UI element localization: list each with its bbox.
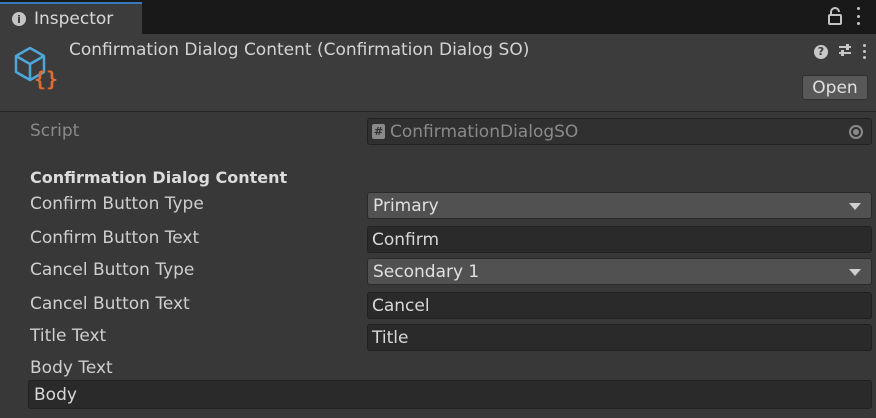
- cancel-button-type-value: Secondary 1: [373, 261, 480, 282]
- cancel-button-text-value: Cancel: [372, 295, 430, 316]
- cancel-button-type-label: Cancel Button Type: [30, 260, 195, 280]
- object-picker-icon[interactable]: [849, 125, 863, 139]
- title-text-value: Title: [372, 327, 409, 348]
- context-menu-icon[interactable]: [862, 44, 866, 59]
- svg-text:{}: {}: [34, 67, 58, 91]
- more-options-icon[interactable]: [856, 7, 860, 25]
- confirm-button-type-row: Confirm Button Type Primary: [0, 192, 876, 220]
- body-text-input[interactable]: Body: [28, 380, 872, 409]
- cancel-button-type-row: Cancel Button Type Secondary 1: [0, 258, 876, 286]
- confirm-button-type-label: Confirm Button Type: [30, 194, 204, 214]
- cancel-button-text-row: Cancel Button Text Cancel: [0, 292, 876, 320]
- confirm-button-text-value: Confirm: [372, 229, 440, 250]
- tab-label: Inspector: [34, 9, 114, 29]
- confirm-button-type-value: Primary: [373, 195, 439, 216]
- tab-bar-controls: [828, 7, 860, 25]
- section-label: Confirmation Dialog Content: [30, 168, 288, 187]
- inspector-body: Script # ConfirmationDialogSO Confirmati…: [0, 113, 876, 418]
- script-row: Script # ConfirmationDialogSO: [0, 118, 876, 146]
- body-text-value: Body: [34, 384, 77, 405]
- chevron-down-icon: [849, 269, 861, 276]
- header-icons: ?: [814, 42, 866, 61]
- title-text-label: Title Text: [30, 326, 107, 346]
- object-title: Confirmation Dialog Content (Confirmatio…: [69, 40, 530, 60]
- help-icon[interactable]: ?: [814, 44, 828, 59]
- info-icon: i: [12, 12, 26, 26]
- lock-icon[interactable]: [828, 7, 842, 25]
- script-object-field: # ConfirmationDialogSO: [367, 118, 872, 145]
- confirm-button-text-input[interactable]: Confirm: [367, 226, 872, 253]
- section-header: Confirmation Dialog Content: [0, 165, 876, 193]
- script-label: Script: [30, 121, 80, 141]
- cancel-button-text-input[interactable]: Cancel: [367, 292, 872, 319]
- presets-icon[interactable]: [838, 42, 852, 61]
- tab-inspector[interactable]: i Inspector: [0, 2, 142, 34]
- cancel-button-type-dropdown[interactable]: Secondary 1: [367, 258, 872, 285]
- chevron-down-icon: [849, 203, 861, 210]
- title-text-input[interactable]: Title: [367, 324, 872, 351]
- script-file-icon: #: [372, 124, 385, 139]
- body-text-label: Body Text: [30, 358, 113, 378]
- title-text-row: Title Text Title: [0, 324, 876, 352]
- script-value: ConfirmationDialogSO: [390, 121, 579, 142]
- confirm-button-type-dropdown[interactable]: Primary: [367, 192, 872, 219]
- confirm-button-text-row: Confirm Button Text Confirm: [0, 226, 876, 254]
- scriptable-object-icon: {}: [12, 42, 62, 92]
- confirm-button-text-label: Confirm Button Text: [30, 228, 200, 248]
- inspector-header: {} Confirmation Dialog Content (Confirma…: [0, 34, 876, 112]
- cancel-button-text-label: Cancel Button Text: [30, 294, 190, 314]
- open-button[interactable]: Open: [802, 75, 868, 100]
- tab-bar: i Inspector: [0, 0, 876, 34]
